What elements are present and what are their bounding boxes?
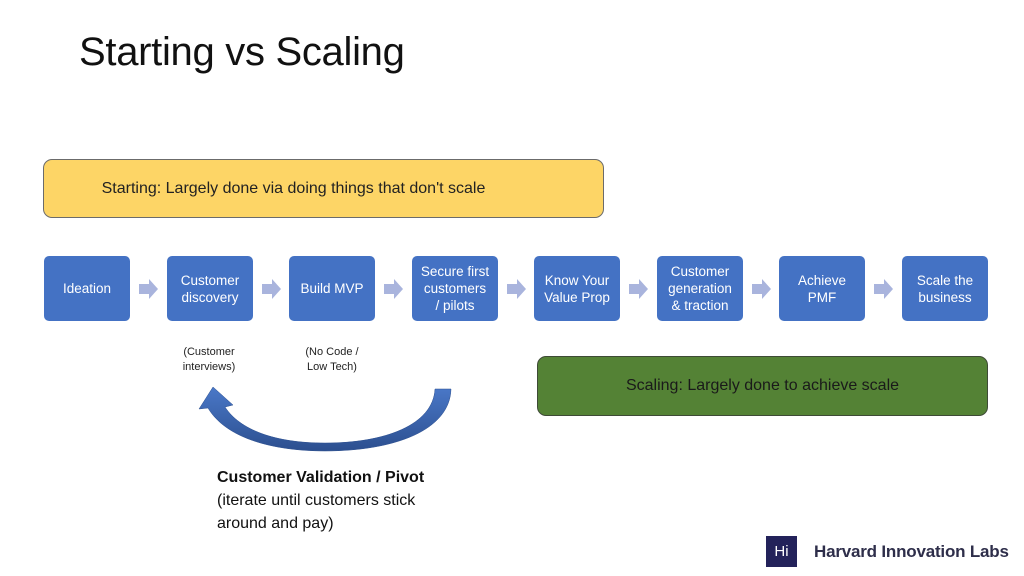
- arrow-right-icon: [629, 279, 648, 299]
- starting-phase-box: Starting: Largely done via doing things …: [43, 159, 604, 218]
- logo-mark: Hi: [766, 536, 797, 567]
- arrow-right-icon: [139, 279, 158, 299]
- step-value-prop: Know Your Value Prop: [534, 256, 620, 321]
- validation-note: Customer Validation / Pivot (iterate unt…: [217, 466, 467, 535]
- arrow-right-icon: [752, 279, 771, 299]
- step-achieve-pmf: Achieve PMF: [779, 256, 865, 321]
- scaling-phase-box: Scaling: Largely done to achieve scale: [537, 356, 988, 416]
- note-no-code: (No Code / Low Tech): [305, 346, 359, 373]
- arrow-right-icon: [874, 279, 893, 299]
- validation-description: (iterate until customers stick around an…: [217, 492, 416, 532]
- logo-name: Harvard Innovation Labs: [814, 541, 1009, 561]
- arrow-right-icon: [384, 279, 403, 299]
- slide-title: Starting vs Scaling: [79, 30, 405, 74]
- scaling-phase-label: Scaling: Largely done to achieve scale: [625, 377, 900, 394]
- arrow-right-icon: [262, 279, 281, 299]
- step-ideation: Ideation: [44, 256, 130, 321]
- arrow-right-icon: [507, 279, 526, 299]
- harvard-innovation-labs-logo: Hi Harvard Innovation Labs: [766, 536, 1009, 567]
- note-customer-interviews: (Customer interviews): [182, 346, 236, 373]
- loop-back-arrow-icon: [198, 386, 452, 452]
- step-customer-discovery: Customer discovery: [167, 256, 253, 321]
- step-scale-business: Scale the business: [902, 256, 988, 321]
- starting-phase-label: Starting: Largely done via doing things …: [101, 179, 486, 197]
- step-customer-generation: Customer generation & traction: [657, 256, 743, 321]
- validation-heading: Customer Validation / Pivot: [217, 469, 425, 486]
- step-build-mvp: Build MVP: [289, 256, 375, 321]
- step-secure-first-customers: Secure first customers / pilots: [412, 256, 498, 321]
